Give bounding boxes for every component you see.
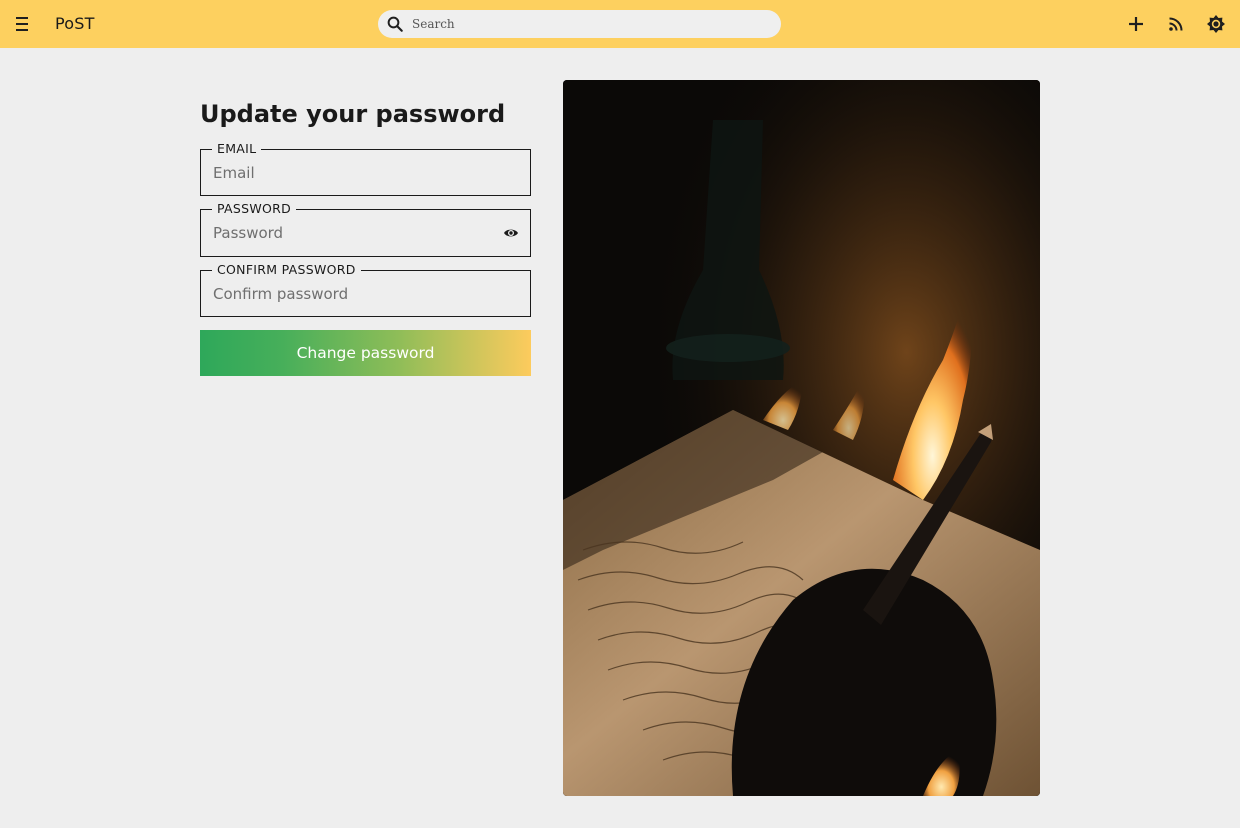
confirm-password-field[interactable]: CONFIRM PASSWORD: [200, 262, 531, 317]
page-title: Update your password: [200, 100, 506, 128]
rss-icon[interactable]: [1166, 14, 1186, 34]
app-brand[interactable]: PoST: [55, 14, 95, 33]
password-label: PASSWORD: [212, 201, 297, 217]
search-icon[interactable]: [386, 15, 404, 33]
plus-icon[interactable]: [1126, 14, 1146, 34]
email-label: EMAIL: [212, 141, 262, 157]
confirm-password-label: CONFIRM PASSWORD: [212, 262, 361, 278]
email-input[interactable]: [213, 162, 493, 184]
menu-icon[interactable]: [13, 14, 33, 34]
confirm-password-input[interactable]: [213, 283, 493, 305]
top-app-bar: PoST: [0, 0, 1240, 48]
password-field[interactable]: PASSWORD: [200, 201, 531, 257]
email-field[interactable]: EMAIL: [200, 141, 531, 196]
search-input[interactable]: [412, 14, 772, 34]
burning-letter-photo: [563, 80, 1040, 796]
brightness-icon[interactable]: [1206, 14, 1226, 34]
show-password-eye-icon[interactable]: [503, 226, 519, 240]
search-bar[interactable]: [378, 10, 781, 38]
password-input[interactable]: [213, 222, 493, 244]
change-password-button[interactable]: Change password: [200, 330, 531, 376]
